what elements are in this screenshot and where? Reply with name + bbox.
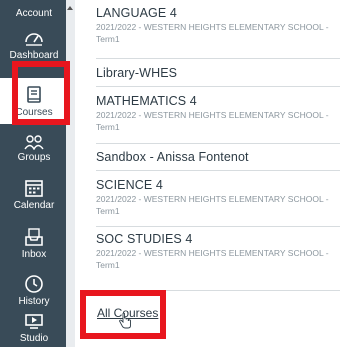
- course-item[interactable]: Sandbox - Anissa Fontenot: [96, 150, 336, 164]
- nav-account-label: Account: [15, 8, 53, 19]
- highlight-box-courses: [12, 61, 70, 125]
- course-term: 2021/2022 - WESTERN HEIGHTS ELEMENTARY S…: [96, 194, 329, 216]
- nav-history[interactable]: History: [0, 274, 68, 307]
- nav-account[interactable]: Account: [0, 8, 68, 22]
- nav-groups[interactable]: Groups: [0, 134, 68, 163]
- nav-history-label: History: [18, 296, 50, 307]
- course-item[interactable]: LANGUAGE 4 2021/2022 - WESTERN HEIGHTS E…: [96, 6, 336, 45]
- nav-inbox-label: Inbox: [21, 249, 47, 260]
- nav-groups-label: Groups: [17, 152, 51, 163]
- divider: [96, 143, 340, 144]
- nav-studio[interactable]: Studio: [0, 313, 68, 344]
- divider: [96, 170, 340, 171]
- nav-dashboard-label: Dashboard: [9, 50, 59, 61]
- nav-calendar-label: Calendar: [13, 200, 55, 211]
- clock-icon: [25, 275, 43, 293]
- course-name[interactable]: SOC STUDIES 4: [96, 232, 336, 246]
- course-item[interactable]: SOC STUDIES 4 2021/2022 - WESTERN HEIGHT…: [96, 232, 336, 271]
- course-name[interactable]: SCIENCE 4: [96, 178, 336, 192]
- course-item[interactable]: Library-WHES: [96, 66, 336, 80]
- nav-calendar[interactable]: Calendar: [0, 178, 68, 211]
- course-name[interactable]: Library-WHES: [96, 66, 336, 80]
- studio-icon: [25, 314, 43, 329]
- course-item[interactable]: SCIENCE 4 2021/2022 - WESTERN HEIGHTS EL…: [96, 178, 336, 217]
- course-term: 2021/2022 - WESTERN HEIGHTS ELEMENTARY S…: [96, 22, 329, 44]
- course-name[interactable]: MATHEMATICS 4: [96, 94, 336, 108]
- calendar-icon: [25, 180, 43, 197]
- course-name[interactable]: Sandbox - Anissa Fontenot: [96, 150, 336, 164]
- scroll-up-arrow-icon[interactable]: [67, 6, 73, 10]
- nav-scrollbar[interactable]: [66, 0, 75, 347]
- divider: [96, 226, 340, 227]
- divider: [96, 58, 340, 59]
- course-name[interactable]: LANGUAGE 4: [96, 6, 336, 20]
- course-term: 2021/2022 - WESTERN HEIGHTS ELEMENTARY S…: [96, 248, 329, 270]
- dashboard-icon: [25, 33, 43, 46]
- nav-dashboard[interactable]: Dashboard: [0, 28, 68, 61]
- hand-cursor-icon: [119, 313, 131, 329]
- inbox-icon: [25, 228, 43, 246]
- divider: [96, 86, 340, 87]
- course-term: 2021/2022 - WESTERN HEIGHTS ELEMENTARY S…: [96, 110, 329, 132]
- nav-studio-label: Studio: [19, 333, 49, 344]
- groups-icon: [24, 135, 44, 150]
- global-nav: Account Dashboard Courses Groups Calenda…: [0, 0, 68, 347]
- nav-inbox[interactable]: Inbox: [0, 227, 68, 260]
- course-item[interactable]: MATHEMATICS 4 2021/2022 - WESTERN HEIGHT…: [96, 94, 336, 133]
